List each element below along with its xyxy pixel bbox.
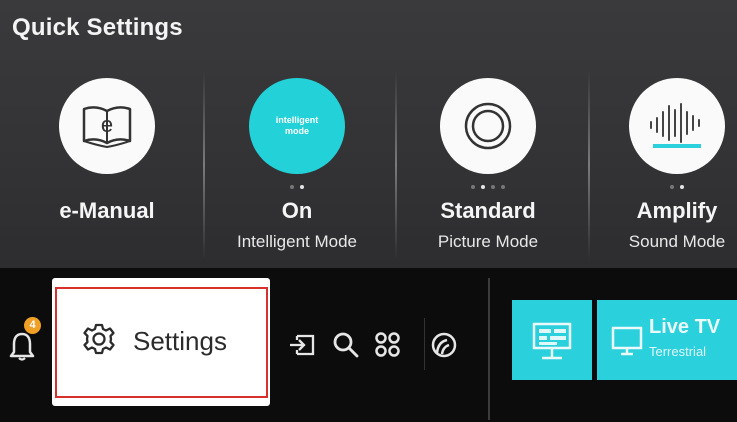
qs-sub-sound-mode: Sound Mode <box>628 232 726 251</box>
settings-label: Settings <box>133 326 227 356</box>
source-tile[interactable] <box>512 300 592 380</box>
qs-tile-emanual[interactable]: e e-Manual <box>12 78 202 268</box>
tv-icon <box>611 326 643 356</box>
qs-value-picture-mode: Standard <box>440 198 536 223</box>
book-icon: e <box>59 78 155 174</box>
page-dots <box>393 185 583 189</box>
qs-tile-intelligent-mode[interactable]: intelligent mode On Intelligent Mode <box>202 78 392 268</box>
tv-guide-icon <box>532 322 572 360</box>
bottom-bar: 4 Settings Live TV Terrestrial <box>0 268 737 422</box>
quick-settings-title: Quick Settings <box>12 14 183 41</box>
live-tv-tile[interactable]: Live TV Terrestrial <box>597 300 737 380</box>
picture-mode-icon <box>440 78 536 174</box>
notification-badge: 4 <box>24 317 41 334</box>
source-input-icon[interactable] <box>287 330 317 360</box>
svg-text:e: e <box>101 112 113 137</box>
qs-value-emanual: e-Manual <box>59 198 155 223</box>
qs-tile-sound-mode[interactable]: Amplify Sound Mode <box>582 78 737 268</box>
qs-value-sound-mode: Amplify <box>636 198 718 223</box>
ambient-mode-icon[interactable] <box>429 330 459 360</box>
quick-settings-panel: Quick Settings e e-Manual intelligent mo… <box>0 0 737 268</box>
qs-tile-picture-mode[interactable]: Standard Picture Mode <box>393 78 583 268</box>
page-dots <box>202 185 392 189</box>
live-tv-label: Live TV <box>649 316 721 338</box>
qs-value-intelligent-mode: On <box>281 198 313 223</box>
divider <box>424 318 425 370</box>
apps-icon[interactable] <box>373 330 403 360</box>
qs-sub-intelligent-mode: Intelligent Mode <box>236 232 358 251</box>
intelligent-mode-icon: intelligent mode <box>249 78 345 174</box>
search-icon[interactable] <box>331 330 361 360</box>
divider <box>488 278 490 420</box>
qs-sub-picture-mode: Picture Mode <box>437 232 539 251</box>
settings-button[interactable]: Settings <box>52 278 270 406</box>
gear-icon <box>83 323 115 355</box>
sound-wave-icon <box>629 78 725 174</box>
live-tv-sub: Terrestrial <box>649 344 707 359</box>
page-dots <box>582 185 737 189</box>
intelligent-mode-icon-text: intelligent mode <box>275 115 319 136</box>
